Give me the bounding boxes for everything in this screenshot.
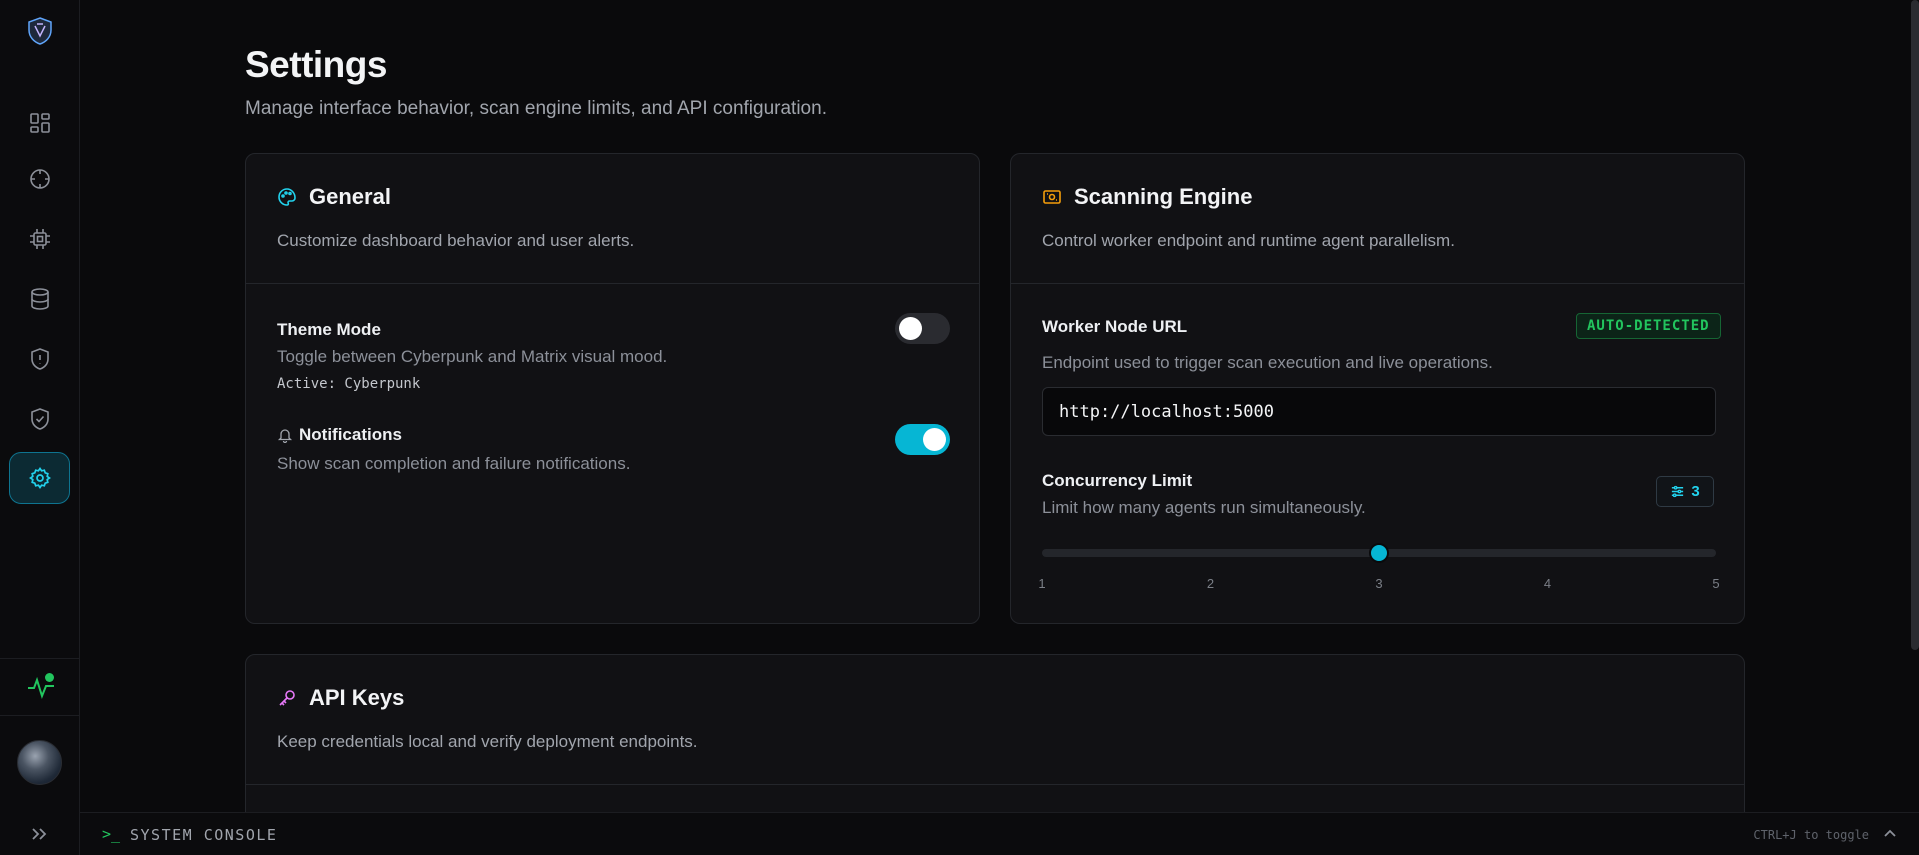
logo-shield-icon[interactable] [25, 16, 55, 46]
scanning-title-text: Scanning Engine [1074, 184, 1253, 209]
system-console-bar[interactable]: >_ SYSTEM CONSOLE CTRL+J to toggle [80, 812, 1919, 855]
chip-icon [30, 229, 50, 249]
concurrency-label: Concurrency Limit [1042, 471, 1193, 490]
api-keys-title-text: API Keys [309, 685, 405, 710]
status-dot [45, 673, 54, 682]
general-card-title: General [277, 184, 391, 210]
theme-mode-description: Toggle between Cyberpunk and Matrix visu… [277, 347, 668, 366]
toggle-knob [923, 428, 946, 451]
notifications-label: Notifications [277, 425, 402, 445]
sidebar-item-database[interactable] [20, 279, 60, 319]
sidebar-item-alerts[interactable] [20, 339, 60, 379]
theme-mode-label: Theme Mode [277, 320, 381, 339]
theme-mode-toggle[interactable] [895, 313, 950, 344]
scanner-icon [1043, 190, 1061, 204]
notifications-label-text: Notifications [299, 425, 402, 444]
terminal-prompt-icon: >_ [102, 825, 121, 843]
page-subtitle: Manage interface behavior, scan engine l… [245, 98, 827, 119]
sidebar-divider [0, 715, 79, 716]
sidebar [0, 0, 80, 855]
general-title-text: General [309, 184, 391, 209]
concurrency-value: 3 [1691, 483, 1700, 500]
database-icon [31, 288, 49, 310]
shield-alert-icon [31, 348, 49, 370]
expand-sidebar-icon[interactable] [27, 824, 51, 844]
key-icon [279, 690, 295, 706]
page-scrollbar[interactable] [1911, 0, 1919, 650]
shield-check-icon [31, 408, 49, 430]
scanning-engine-card: Scanning Engine Control worker endpoint … [1010, 153, 1745, 624]
sliders-icon [1672, 485, 1684, 498]
slider-tick-label: 2 [1206, 576, 1215, 591]
page-title: Settings [245, 44, 387, 85]
slider-tick-label: 4 [1543, 576, 1552, 591]
concurrency-slider-thumb[interactable] [1369, 543, 1389, 563]
general-card: General Customize dashboard behavior and… [245, 153, 980, 624]
chevron-up-icon[interactable] [1881, 825, 1899, 843]
general-description: Customize dashboard behavior and user al… [277, 231, 635, 250]
api-keys-card-header: API Keys Keep credentials local and veri… [246, 655, 1744, 785]
toggle-knob [899, 317, 922, 340]
worker-url-label: Worker Node URL [1042, 317, 1188, 336]
worker-url-input[interactable] [1042, 387, 1716, 436]
notifications-toggle[interactable] [895, 424, 950, 455]
slider-tick-label: 3 [1375, 576, 1383, 591]
sidebar-item-settings[interactable] [9, 452, 70, 504]
api-keys-description: Keep credentials local and verify deploy… [277, 732, 698, 751]
sidebar-item-dashboard[interactable] [20, 103, 60, 143]
bell-icon [277, 429, 293, 443]
system-console-label: SYSTEM CONSOLE [130, 826, 278, 844]
scanning-card-title: Scanning Engine [1042, 184, 1252, 210]
settings-icon [28, 467, 51, 489]
dashboard-icon [30, 113, 50, 133]
console-shortcut-hint: CTRL+J to toggle [1753, 828, 1869, 842]
sidebar-item-agents[interactable] [20, 219, 60, 259]
general-card-header: General Customize dashboard behavior and… [246, 154, 979, 284]
api-keys-card-title: API Keys [277, 685, 404, 711]
theme-active-text: Active: Cyberpunk [277, 376, 421, 392]
scanning-card-header: Scanning Engine Control worker endpoint … [1011, 154, 1744, 284]
avatar[interactable] [17, 740, 62, 785]
target-icon [30, 169, 50, 189]
palette-icon [278, 188, 296, 206]
worker-url-description: Endpoint used to trigger scan execution … [1042, 353, 1493, 372]
sidebar-item-compliance[interactable] [20, 399, 60, 439]
notifications-description: Show scan completion and failure notific… [277, 454, 631, 473]
auto-detected-badge: AUTO-DETECTED [1576, 313, 1721, 339]
slider-tick-label: 5 [1712, 576, 1720, 591]
concurrency-description: Limit how many agents run simultaneously… [1042, 498, 1366, 517]
concurrency-value-badge: 3 [1656, 476, 1714, 507]
slider-tick-label: 1 [1038, 576, 1046, 591]
scanning-description: Control worker endpoint and runtime agen… [1042, 231, 1455, 250]
sidebar-item-targets[interactable] [20, 159, 60, 199]
sidebar-divider [0, 658, 79, 659]
